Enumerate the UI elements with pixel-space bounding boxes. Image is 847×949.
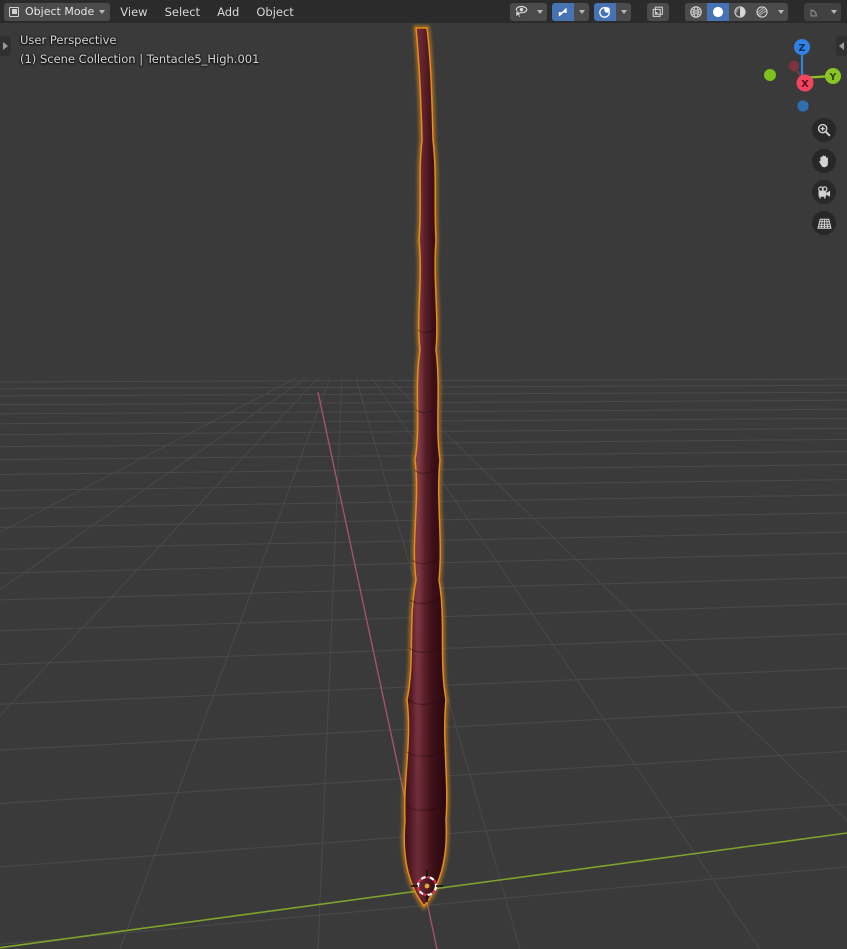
- visibility-selectability-button[interactable]: [510, 2, 532, 21]
- menu-view[interactable]: View: [113, 3, 154, 21]
- proportional-editing-button[interactable]: [594, 2, 616, 21]
- gizmo-axis-y-label: Y: [829, 72, 837, 83]
- open-n-panel-sidebar[interactable]: [836, 36, 847, 56]
- transform-orientation-button[interactable]: [647, 2, 669, 21]
- transform-copy-icon: [652, 6, 663, 17]
- gizmo-axis-x-label: X: [801, 79, 809, 90]
- snap-toggle-button[interactable]: [552, 2, 574, 21]
- chevron-down-icon: [578, 9, 585, 14]
- chevron-down-icon: [620, 9, 627, 14]
- mode-selector-label: Object Mode: [25, 5, 95, 18]
- viewport-grid: [0, 25, 847, 949]
- gizmo-axis-neg-z[interactable]: [797, 100, 809, 112]
- proportional-edit-group: [594, 2, 631, 21]
- pan-view-button[interactable]: [812, 149, 836, 173]
- visibility-group: [510, 2, 547, 21]
- menu-add[interactable]: Add: [210, 3, 246, 21]
- eye-cursor-icon: [515, 5, 527, 18]
- gizmo-axis-z-label: Z: [799, 43, 806, 54]
- shading-wireframe-button[interactable]: [685, 2, 707, 21]
- mode-selector[interactable]: Object Mode: [4, 2, 111, 21]
- header-right-group: [510, 2, 843, 21]
- navigation-gizmo[interactable]: Z Y X: [760, 35, 844, 119]
- chevron-right-icon: [3, 42, 8, 50]
- camera-icon: [817, 185, 830, 198]
- viewport-nav-buttons: [812, 118, 836, 235]
- shading-mode-group: [685, 2, 788, 21]
- zoom-view-button[interactable]: [812, 118, 836, 142]
- object-mode-icon: [8, 6, 20, 18]
- snap-group: [552, 2, 589, 21]
- shading-material-preview-button[interactable]: [729, 2, 751, 21]
- material-sphere-icon: [734, 5, 746, 18]
- menu-object[interactable]: Object: [249, 3, 300, 21]
- wireframe-globe-icon: [690, 5, 702, 18]
- shading-rendered-button[interactable]: [751, 2, 773, 21]
- overlays-dropdown[interactable]: [826, 2, 841, 21]
- menu-select[interactable]: Select: [158, 3, 207, 21]
- overlay-icon: [810, 9, 817, 17]
- header-left-group: Object Mode View Select Add Object: [4, 2, 301, 21]
- magnet-icon: [558, 7, 567, 16]
- viewport-overlays-button[interactable]: [804, 2, 826, 21]
- 3d-viewport[interactable]: [0, 0, 847, 949]
- rendered-sphere-icon: [756, 5, 768, 18]
- toggle-orthographic-button[interactable]: [812, 211, 836, 235]
- gizmo-axis-neg-y[interactable]: [764, 69, 776, 81]
- chevron-down-icon: [99, 9, 106, 14]
- proportional-edit-icon: [599, 6, 610, 18]
- transform-group: [647, 2, 669, 21]
- proportional-edit-dropdown[interactable]: [616, 2, 631, 21]
- blender-window: Object Mode View Select Add Object User …: [0, 0, 847, 949]
- snap-dropdown[interactable]: [574, 2, 589, 21]
- chevron-down-icon: [777, 9, 784, 14]
- overlays-group: [804, 2, 841, 21]
- visibility-dropdown[interactable]: [532, 2, 547, 21]
- hand-icon: [819, 155, 828, 168]
- open-toolbar-sidebar[interactable]: [0, 36, 11, 56]
- shading-solid-button[interactable]: [707, 2, 729, 21]
- shading-options-dropdown[interactable]: [773, 2, 788, 21]
- solid-sphere-icon: [712, 6, 724, 17]
- zoom-in-magnifier-icon: [817, 123, 831, 137]
- viewport-header: Object Mode View Select Add Object: [0, 0, 847, 23]
- chevron-left-icon: [839, 42, 844, 50]
- grid-perspective-icon: [816, 218, 832, 229]
- gizmo-axis-neg-x[interactable]: [788, 60, 800, 72]
- chevron-down-icon: [830, 9, 837, 14]
- toggle-camera-view-button[interactable]: [812, 180, 836, 204]
- chevron-down-icon: [536, 9, 543, 14]
